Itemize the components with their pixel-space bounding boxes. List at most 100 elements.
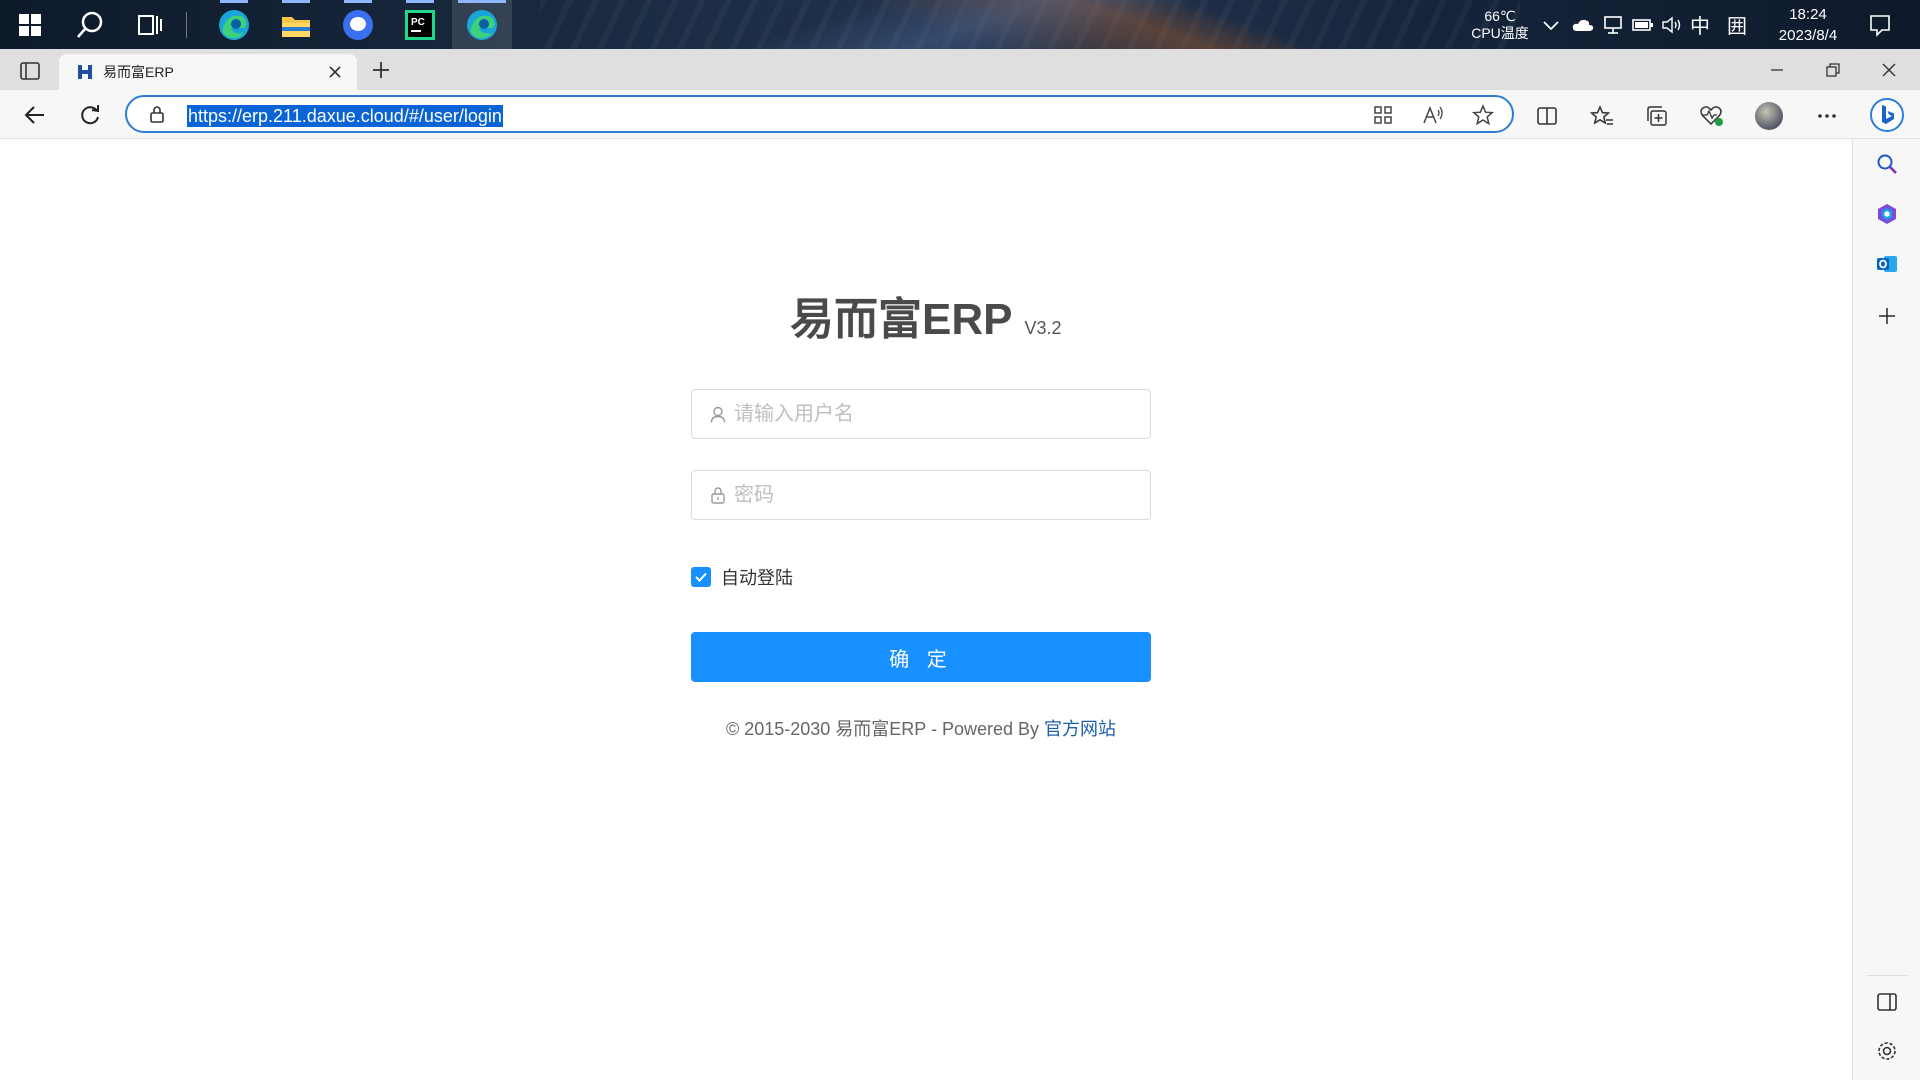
taskbar-edge-app[interactable] [206, 0, 262, 49]
taskbar-divider [186, 12, 187, 38]
url-text[interactable]: https://erp.211.daxue.cloud/#/user/login [187, 105, 503, 127]
confirm-button[interactable]: 确 定 [691, 632, 1151, 682]
edge-icon [467, 9, 497, 40]
close-icon [1882, 63, 1896, 77]
show-hidden-icons[interactable] [1542, 0, 1560, 49]
app-version: V3.2 [1024, 318, 1062, 338]
app-available-button[interactable] [1370, 102, 1396, 128]
footer-copyright: © 2015-2030 易而富ERP - Powered By [725, 719, 1045, 739]
restore-icon [1826, 63, 1840, 77]
sidebar-settings-button[interactable] [1853, 1029, 1920, 1073]
search-button[interactable] [62, 0, 118, 49]
tab-actions-button[interactable] [14, 57, 46, 85]
arrow-left-icon [24, 106, 44, 124]
read-aloud-button[interactable] [1420, 102, 1446, 128]
cpu-temperature-label: CPU温度 [1471, 24, 1529, 41]
pycharm-icon: PC [405, 9, 435, 40]
official-site-link[interactable]: 官方网站 [1044, 719, 1116, 739]
checkmark-icon [695, 572, 707, 582]
restore-button[interactable] [1810, 55, 1856, 85]
sidebar-outlook-button[interactable] [1853, 242, 1920, 286]
browser-tab-strip: 易而富ERP [0, 49, 1920, 90]
bing-icon [1870, 98, 1904, 132]
search-icon [1877, 154, 1897, 174]
plus-icon [1879, 308, 1895, 324]
taskbar-edge-active[interactable] [452, 0, 512, 49]
refresh-icon [81, 105, 99, 125]
taskbar-file-explorer[interactable] [268, 0, 324, 49]
sidebar-panel-icon [1877, 993, 1897, 1011]
volume-tray[interactable] [1661, 0, 1683, 49]
ime-layout-indicator[interactable]: 囲 [1727, 0, 1747, 49]
notification-icon [1870, 14, 1890, 37]
battery-tray[interactable] [1632, 0, 1654, 49]
username-input[interactable] [734, 391, 1150, 437]
sidebar-hide-button[interactable] [1853, 980, 1920, 1024]
clock-date: 2023/8/4 [1778, 26, 1838, 44]
user-icon [706, 406, 730, 423]
cpu-temperature-widget[interactable]: 66℃ CPU温度 [1462, 0, 1538, 49]
site-info-button[interactable] [147, 104, 167, 124]
back-button[interactable] [18, 99, 50, 131]
clock[interactable]: 18:24 2023/8/4 [1768, 0, 1848, 49]
collections-button[interactable] [1642, 101, 1672, 131]
profile-avatar[interactable] [1755, 102, 1783, 130]
collections-icon [1647, 106, 1667, 126]
windows-start-button[interactable] [2, 0, 58, 49]
password-field[interactable] [691, 470, 1151, 520]
apps-grid-icon [1374, 106, 1392, 124]
tab-title: 易而富ERP [103, 64, 174, 80]
ime-mode-indicator[interactable]: 中 [1690, 0, 1710, 49]
username-field[interactable] [691, 389, 1151, 439]
task-view-button[interactable] [122, 0, 178, 49]
speaker-icon [1662, 16, 1681, 33]
windows-logo-icon [19, 13, 41, 36]
chat-app-icon [343, 9, 373, 40]
password-input[interactable] [734, 472, 1150, 518]
address-bar[interactable]: https://erp.211.daxue.cloud/#/user/login [125, 95, 1514, 133]
browser-essentials-button[interactable] [1697, 101, 1727, 131]
taskbar-pycharm[interactable]: PC [392, 0, 448, 49]
svg-text:PC: PC [411, 17, 425, 28]
browser-tab-active[interactable]: 易而富ERP [59, 54, 357, 90]
auto-login-option[interactable]: 自动登陆 [691, 564, 793, 590]
network-icon [1604, 15, 1622, 34]
favorites-button[interactable] [1587, 101, 1617, 131]
sidebar-microsoft365-button[interactable] [1853, 192, 1920, 236]
task-view-icon [138, 14, 162, 35]
sidebar-search-button[interactable] [1853, 142, 1920, 186]
minimize-button[interactable] [1754, 55, 1800, 85]
settings-and-more-button[interactable] [1812, 101, 1842, 131]
split-screen-icon [1537, 107, 1557, 125]
login-brand: 易而富ERP V3.2 [790, 283, 1062, 347]
new-tab-button[interactable] [366, 55, 396, 85]
auto-login-label: 自动登陆 [721, 568, 793, 588]
bing-copilot-button[interactable] [1866, 94, 1908, 136]
folder-icon [282, 16, 310, 37]
cloud-icon [1572, 19, 1594, 31]
read-aloud-icon [1423, 105, 1443, 124]
edge-icon [219, 9, 249, 40]
network-tray[interactable] [1602, 0, 1624, 49]
split-screen-button[interactable] [1532, 101, 1562, 131]
star-icon [1472, 104, 1494, 126]
chevron-up-icon [1543, 20, 1559, 30]
favorites-star-icon [1590, 105, 1613, 125]
notification-center-button[interactable] [1868, 0, 1892, 49]
page-footer: © 2015-2030 易而富ERP - Powered By 官方网站 [0, 715, 1842, 741]
minimize-icon [1771, 69, 1783, 71]
tab-close-button[interactable] [321, 58, 349, 86]
battery-icon [1632, 18, 1653, 31]
close-window-button[interactable] [1866, 55, 1912, 85]
favorite-this-page-button[interactable] [1470, 102, 1496, 128]
refresh-button[interactable] [74, 99, 106, 131]
taskbar-chat-app[interactable] [330, 0, 386, 49]
onedrive-tray[interactable] [1572, 0, 1594, 49]
heart-pulse-icon [1700, 106, 1723, 126]
auto-login-checkbox[interactable] [691, 567, 711, 587]
clock-time: 18:24 [1789, 5, 1827, 23]
lock-icon [150, 106, 164, 123]
sidebar-add-button[interactable] [1853, 294, 1920, 338]
browser-toolbar: https://erp.211.daxue.cloud/#/user/login [0, 90, 1920, 139]
gear-icon [1878, 1042, 1896, 1060]
